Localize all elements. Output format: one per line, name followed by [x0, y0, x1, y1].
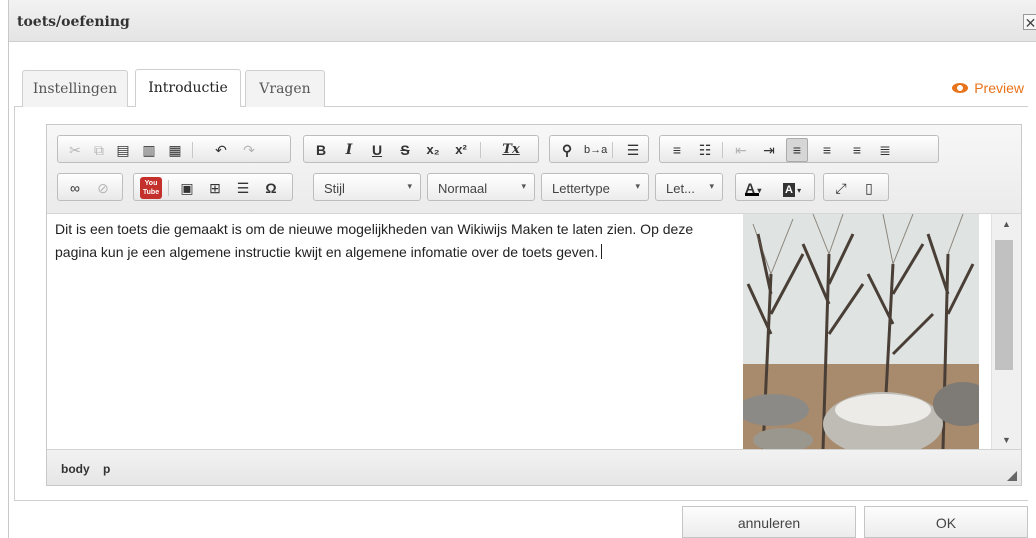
copy-icon[interactable]: ⧉ — [88, 139, 110, 161]
editor-statusbar: body p — [47, 449, 1021, 485]
background-color-label: A — [783, 183, 795, 197]
insert-group: You Tube ▣ ⊞ ☰ Ω — [133, 173, 293, 201]
tools-group: ⤢ ▯ — [823, 173, 889, 201]
resize-grip-icon[interactable] — [1007, 471, 1017, 481]
paste-text-icon[interactable]: ▥ — [138, 139, 160, 161]
superscript-button[interactable]: x² — [450, 139, 472, 161]
align-center-icon[interactable]: ≡ — [816, 139, 838, 161]
editor-content-area[interactable]: Dit is een toets die gemaakt is om de ni… — [47, 213, 1021, 450]
youtube-icon[interactable]: You Tube — [140, 177, 162, 199]
undo-icon[interactable]: ↶ — [210, 139, 232, 161]
find-group: ⚲ b→a ☰ — [549, 135, 649, 163]
font-select[interactable]: Lettertype ▾ — [541, 173, 649, 201]
ok-button[interactable]: OK — [864, 506, 1028, 538]
scrollbar-thumb[interactable] — [995, 240, 1013, 370]
font-select-label: Lettertype — [552, 181, 610, 196]
subscript-button[interactable]: x₂ — [422, 139, 444, 161]
tab-introductie[interactable]: Introductie — [135, 69, 241, 107]
unlink-icon[interactable]: ⊘ — [92, 177, 114, 199]
rich-text-editor: ✂ ⧉ ▤ ▥ ▦ ↶ ↷ B I U S x₂ x² Tx ⚲ b→a ☰ ≡ — [46, 124, 1022, 486]
tab-vragen[interactable]: Vragen — [245, 70, 325, 107]
scroll-down-icon[interactable]: ▼ — [992, 432, 1021, 448]
search-icon[interactable]: ⚲ — [556, 139, 578, 161]
format-select[interactable]: Normaal ▾ — [427, 173, 535, 201]
embedded-photo[interactable] — [743, 214, 979, 450]
redo-icon[interactable]: ↷ — [238, 139, 260, 161]
numbered-list-icon[interactable]: ≡ — [666, 139, 688, 161]
background-color-button[interactable]: A ▾ — [780, 177, 810, 199]
chevron-down-icon: ▾ — [407, 181, 412, 191]
path-body[interactable]: body — [61, 462, 90, 476]
editor-scrollbar[interactable]: ▲ ▼ — [991, 214, 1021, 450]
editor-body-text[interactable]: Dit is een toets die gemaakt is om de ni… — [55, 218, 735, 264]
link-group: ∞ ⊘ — [57, 173, 123, 201]
close-icon[interactable]: ✕ — [1023, 14, 1036, 31]
decrease-indent-icon[interactable]: ⇤ — [730, 139, 752, 161]
scroll-up-icon[interactable]: ▲ — [992, 216, 1021, 232]
dialog-titlebar: toets/oefening ✕ — [9, 0, 1036, 42]
bulleted-list-icon[interactable]: ☷ — [694, 139, 716, 161]
text-color-button[interactable]: A ▾ — [742, 177, 772, 199]
font-size-select[interactable]: Let... ▾ — [655, 173, 723, 201]
dialog-title: toets/oefening — [17, 14, 130, 30]
dolmen-trees-image — [743, 214, 979, 450]
replace-button[interactable]: b→a — [584, 139, 607, 161]
basic-styles-group: B I U S x₂ x² Tx — [303, 135, 539, 163]
align-right-icon[interactable]: ≡ — [846, 139, 868, 161]
table-icon[interactable]: ⊞ — [204, 177, 226, 199]
link-icon[interactable]: ∞ — [64, 177, 86, 199]
spellcheck-icon[interactable]: ☰ — [622, 139, 644, 161]
text-caret — [601, 244, 603, 259]
show-blocks-icon[interactable]: ▯ — [858, 177, 880, 199]
preview-label: Preview — [974, 80, 1024, 96]
align-left-icon[interactable]: ≡ — [786, 138, 808, 162]
editor-toolbar: ✂ ⧉ ▤ ▥ ▦ ↶ ↷ B I U S x₂ x² Tx ⚲ b→a ☰ ≡ — [47, 125, 1021, 213]
chevron-down-icon: ▾ — [635, 181, 640, 191]
format-select-label: Normaal — [438, 181, 488, 196]
style-select-label: Stijl — [324, 181, 345, 196]
italic-button[interactable]: I — [338, 139, 360, 161]
preview-link[interactable]: Preview — [952, 80, 1024, 96]
cut-icon[interactable]: ✂ — [64, 139, 86, 161]
paste-word-icon[interactable]: ▦ — [164, 139, 186, 161]
eye-icon — [952, 83, 969, 93]
maximize-icon[interactable]: ⤢ — [830, 177, 852, 199]
remove-format-button[interactable]: Tx — [500, 139, 522, 161]
font-size-select-label: Let... — [666, 181, 695, 196]
special-character-button[interactable]: Ω — [260, 177, 282, 199]
underline-button[interactable]: U — [366, 139, 388, 161]
strikethrough-button[interactable]: S — [394, 139, 416, 161]
increase-indent-icon[interactable]: ⇥ — [758, 139, 780, 161]
bold-button[interactable]: B — [310, 139, 332, 161]
horizontal-rule-icon[interactable]: ☰ — [232, 177, 254, 199]
path-p[interactable]: p — [103, 462, 110, 476]
image-icon[interactable]: ▣ — [176, 177, 198, 199]
tab-instellingen[interactable]: Instellingen — [22, 70, 128, 107]
clipboard-group: ✂ ⧉ ▤ ▥ ▦ ↶ ↷ — [57, 135, 291, 163]
color-group: A ▾ A ▾ — [735, 173, 815, 201]
cancel-button[interactable]: annuleren — [682, 506, 856, 538]
chevron-down-icon: ▾ — [521, 181, 526, 191]
chevron-down-icon: ▾ — [709, 181, 714, 191]
align-justify-icon[interactable]: ≣ — [874, 139, 896, 161]
paragraph-group: ≡ ☷ ⇤ ⇥ ≡ ≡ ≡ ≣ — [659, 135, 939, 163]
paste-icon[interactable]: ▤ — [112, 139, 134, 161]
style-select[interactable]: Stijl ▾ — [313, 173, 421, 201]
